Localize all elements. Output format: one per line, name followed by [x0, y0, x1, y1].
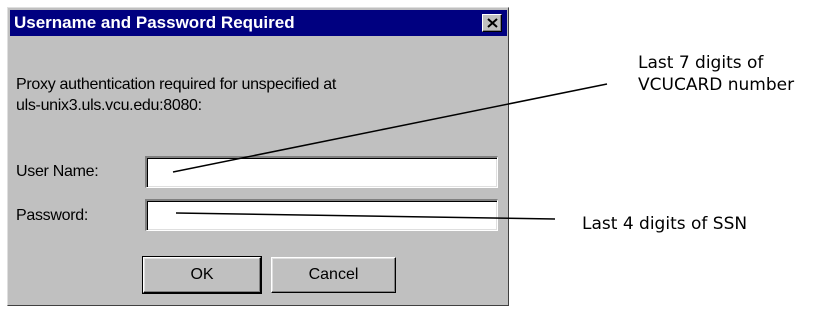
callout-lines — [172, 83, 608, 220]
password-annotation: Last 4 digits of SSN — [582, 214, 748, 234]
password-callout-line — [175, 212, 556, 220]
username-callout-line — [172, 83, 608, 173]
username-annotation: Last 7 digits of VCUCARD number — [638, 52, 794, 96]
username-annotation-line-2: VCUCARD number — [638, 75, 795, 95]
username-annotation-line-1: Last 7 digits of — [638, 53, 764, 73]
